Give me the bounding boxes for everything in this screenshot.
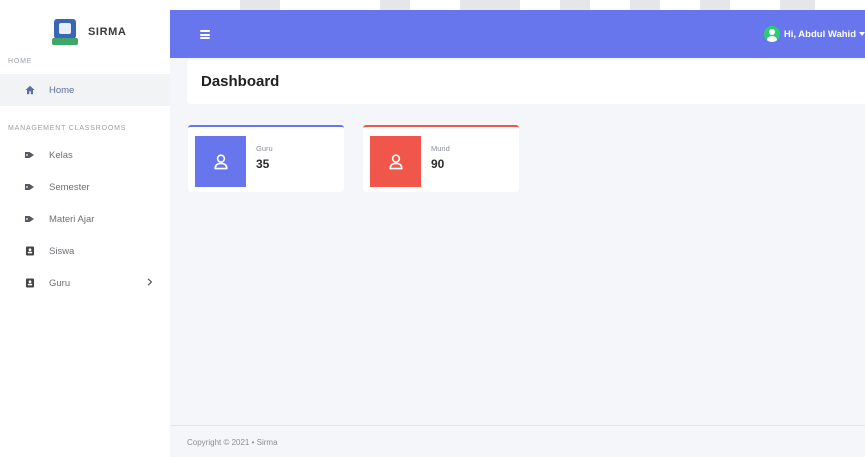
section-heading-home: HOME [8,58,33,65]
sidebar-item-label: Kelas [49,149,73,161]
topbar: Hi, Abdul Wahid [170,10,865,58]
sidebar-item-semester[interactable]: Semester [0,171,170,203]
home-icon [25,85,35,95]
sidebar: SIRMA HOME Home MANAGEMENT CLASSROOMS Ke… [0,10,170,457]
stat-label: Murid [431,144,450,153]
brand[interactable]: SIRMA [0,10,170,54]
caret-down-icon [859,32,865,36]
sidebar-item-kelas[interactable]: Kelas [0,139,170,171]
stat-label: Guru [256,144,273,153]
brand-logo [52,19,78,45]
avatar [763,26,780,42]
brand-name: SIRMA [88,26,127,38]
user-greeting: Hi, Abdul Wahid [783,28,856,40]
page-title-card: Dashboard [187,60,865,104]
tags-icon [25,150,35,160]
page-title: Dashboard [201,73,280,90]
stat-value: 35 [256,157,270,171]
sidebar-item-label: Materi Ajar [49,213,95,225]
sidebar-item-guru[interactable]: Guru [0,267,170,299]
id-card-icon [25,278,35,288]
id-card-icon [25,246,35,256]
sidebar-item-siswa[interactable]: Siswa [0,235,170,267]
sidebar-item-materi-ajar[interactable]: Materi Ajar [0,203,170,235]
top-strip [0,0,865,10]
stat-card-guru[interactable]: Guru 35 [188,125,344,192]
user-icon [213,153,228,169]
menu-toggle-icon[interactable] [200,30,210,39]
tags-icon [25,182,35,192]
section-heading-management: MANAGEMENT CLASSROOMS [8,125,127,132]
chevron-right-icon[interactable] [145,277,155,287]
sidebar-item-home[interactable]: Home [0,74,170,106]
footer: Copyright © 2021 • Sirma [170,425,865,457]
user-menu[interactable]: Hi, Abdul Wahid [763,26,865,42]
stat-card-murid[interactable]: Murid 90 [363,125,519,192]
sidebar-item-label: Guru [49,277,71,289]
footer-copyright: Copyright © 2021 • Sirma [187,438,278,447]
user-icon [388,153,403,169]
stat-icon-box [195,136,246,187]
tags-icon [25,214,35,224]
sidebar-item-label: Semester [49,181,90,193]
sidebar-item-label: Siswa [49,245,75,257]
stat-icon-box [370,136,421,187]
sidebar-item-label: Home [49,84,75,96]
stat-value: 90 [431,157,445,171]
